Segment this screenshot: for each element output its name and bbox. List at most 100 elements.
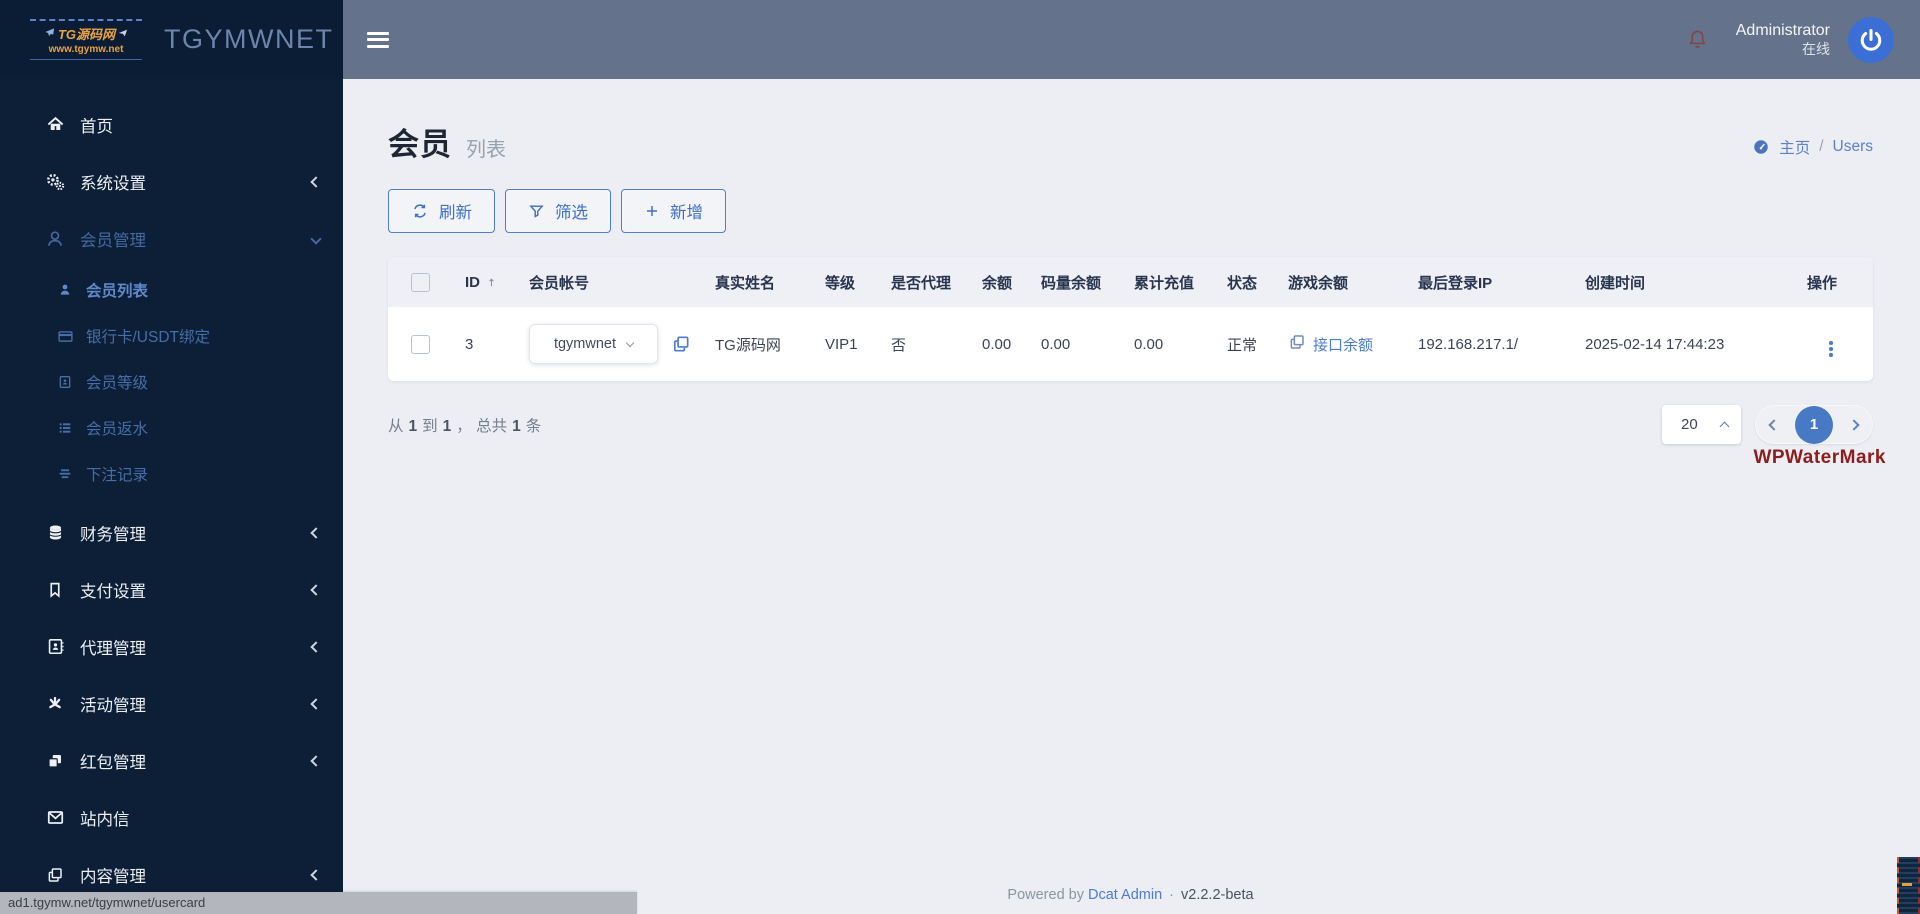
sidebar-item-bet-records[interactable]: 下注记录: [0, 451, 343, 497]
select-all-checkbox[interactable]: [411, 272, 430, 292]
row-checkbox[interactable]: [411, 334, 430, 354]
column-account: 会员帐号: [529, 257, 715, 307]
browser-status-bar: ad1.tgymw.net/tgymwnet/usercard: [0, 892, 637, 914]
sidebar-item-member-level[interactable]: 会员等级: [0, 359, 343, 405]
cell-created-at: 2025-02-14 17:44:23: [1585, 307, 1807, 381]
id-badge-icon: [55, 374, 75, 390]
red-packet-icon: [42, 752, 68, 770]
sidebar-item-red-packet[interactable]: 红包管理: [0, 732, 343, 789]
sidebar-item-home[interactable]: 首页: [0, 96, 343, 153]
column-balance: 余额: [982, 257, 1041, 307]
list-icon: [55, 420, 75, 436]
sidebar-item-label: 会员列表: [86, 283, 149, 300]
online-status: 在线: [1802, 40, 1830, 57]
paper-plane-icon: [118, 25, 128, 43]
list-footer: 从 1 到 1， 总共 1 条 20 1: [388, 405, 1873, 444]
sidebar-item-label: 代理管理: [80, 639, 146, 658]
logo-title: TG源码网: [57, 27, 116, 42]
account-select[interactable]: tgymwnet: [529, 324, 658, 364]
table-header-row: ID 会员帐号 真实姓名 等级 是否代理 余额 码量余额 累计充值 状态 游戏余…: [388, 257, 1873, 307]
content-copy-icon: [42, 866, 68, 884]
member-icon: [55, 282, 75, 298]
powered-by-text: Powered by: [1007, 887, 1084, 903]
breadcrumb-current[interactable]: Users: [1833, 138, 1873, 156]
logo-band[interactable]: TG源码网 www.tgymw.net TGYMWNET: [0, 0, 343, 79]
column-total-recharge: 累计充值: [1134, 257, 1227, 307]
refresh-icon: [414, 204, 426, 218]
sidebar-item-member-rebate[interactable]: 会员返水: [0, 405, 343, 451]
next-page-button[interactable]: [1848, 418, 1860, 431]
sort-asc-icon[interactable]: [485, 276, 498, 289]
sidebar-item-label: 会员管理: [80, 231, 146, 250]
previous-page-button[interactable]: [1768, 418, 1780, 431]
members-table: ID 会员帐号 真实姓名 等级 是否代理 余额 码量余额 累计充值 状态 游戏余…: [388, 257, 1873, 381]
brand-name: TGYMWNET: [164, 24, 334, 54]
chevron-left-icon: [310, 640, 322, 653]
chevron-left-icon: [310, 175, 322, 188]
breadcrumb: 主页 / Users: [1752, 136, 1873, 164]
sidebar-item-agent[interactable]: 代理管理: [0, 618, 343, 675]
cell-total-recharge: 0.00: [1134, 307, 1227, 381]
breadcrumb-home-link[interactable]: 主页: [1779, 136, 1810, 158]
sidebar-item-activity[interactable]: 活动管理: [0, 675, 343, 732]
sidebar-toggle-button[interactable]: [367, 31, 389, 48]
sidebar-item-label: 银行卡/USDT绑定: [86, 329, 211, 346]
credit-card-icon: [55, 328, 75, 345]
column-created-at: 创建时间: [1585, 257, 1807, 307]
paper-plane-icon: [44, 25, 55, 43]
page-title: 会员: [388, 127, 452, 162]
cell-is-agent: 否: [891, 307, 982, 381]
sidebar-item-finance[interactable]: 财务管理: [0, 504, 343, 561]
column-real-name: 真实姓名: [715, 257, 825, 307]
table-row: 3 tgymwnet TG源码网 VIP1 否 0.00 0.00 0.00 正…: [388, 307, 1873, 381]
sidebar-item-bank-usdt[interactable]: 银行卡/USDT绑定: [0, 313, 343, 359]
notifications-bell-icon[interactable]: [1685, 27, 1710, 52]
chevron-left-icon: [310, 526, 322, 539]
copy-game-balance-icon[interactable]: [1288, 333, 1306, 355]
cell-balance: 0.00: [982, 307, 1041, 381]
sidebar-menu: 首页 系统设置 会员管理 会员列表 银行卡/USDT绑定 会员等级 会员返水 下…: [0, 79, 343, 903]
chevron-left-icon: [310, 697, 322, 710]
sidebar-item-payment-settings[interactable]: 支付设置: [0, 561, 343, 618]
column-level: 等级: [825, 257, 891, 307]
refresh-button[interactable]: 刷新: [388, 189, 495, 233]
sidebar-item-member-list[interactable]: 会员列表: [0, 267, 343, 313]
pager: 1: [1755, 405, 1873, 444]
plus-icon: [647, 206, 657, 216]
sidebar-item-label: 红包管理: [80, 753, 146, 772]
chevron-up-icon: [1719, 421, 1730, 432]
cell-level: VIP1: [825, 307, 891, 381]
current-page-button[interactable]: 1: [1795, 405, 1833, 444]
sidebar-item-system-settings[interactable]: 系统设置: [0, 153, 343, 210]
logo-url: www.tgymw.net: [48, 44, 124, 55]
corner-widget: [1897, 857, 1920, 914]
sidebar-item-label: 会员等级: [86, 375, 149, 392]
sidebar-item-site-mail[interactable]: 站内信: [0, 789, 343, 846]
chevron-down-icon: [625, 338, 635, 347]
page-size-select[interactable]: 20: [1662, 405, 1741, 444]
footer-separator: ·: [1169, 887, 1175, 903]
game-balance-link[interactable]: 接口余额: [1313, 334, 1373, 355]
account-value: tgymwnet: [553, 336, 617, 352]
cell-status: 正常: [1227, 307, 1288, 381]
sidebar-item-label: 支付设置: [80, 582, 146, 601]
user-block[interactable]: Administrator 在线: [1736, 21, 1830, 59]
add-button[interactable]: 新增: [621, 189, 726, 233]
sidebar-item-label: 财务管理: [80, 525, 146, 544]
dcat-admin-link[interactable]: Dcat Admin: [1088, 887, 1162, 903]
sidebar-item-label: 下注记录: [86, 467, 149, 484]
dashboard-icon: [1754, 140, 1768, 154]
row-actions-menu[interactable]: [1829, 341, 1833, 357]
bars-icon: [55, 466, 75, 482]
logout-power-button[interactable]: [1848, 16, 1894, 63]
address-book-icon: [42, 637, 68, 656]
envelope-icon: [42, 808, 68, 827]
sidebar-item-label: 首页: [80, 117, 113, 136]
column-actions: 操作: [1807, 257, 1873, 307]
app-window: TG源码网 www.tgymw.net TGYMWNET 首页 系统设置 会员管…: [0, 0, 1920, 914]
sidebar-item-member-management[interactable]: 会员管理: [0, 210, 343, 267]
filter-button[interactable]: 筛选: [505, 189, 611, 233]
copy-account-icon[interactable]: [671, 334, 691, 354]
topbar: Administrator 在线: [343, 0, 1920, 79]
cell-code-balance: 0.00: [1041, 307, 1134, 381]
